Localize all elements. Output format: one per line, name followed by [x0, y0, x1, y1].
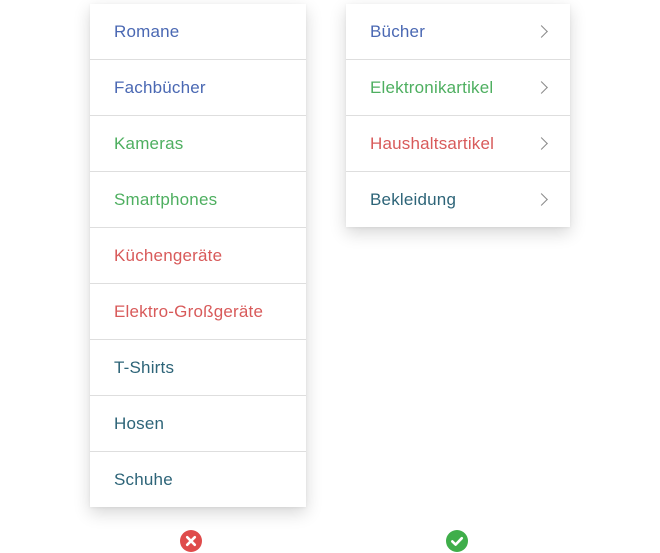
menu-item-schuhe[interactable]: Schuhe [90, 452, 306, 507]
menu-item-elektro-grossgeraete[interactable]: Elektro-Großgeräte [90, 284, 306, 340]
check-circle-icon [446, 530, 468, 552]
menu-item-kameras[interactable]: Kameras [90, 116, 306, 172]
menu-item-t-shirts[interactable]: T-Shirts [90, 340, 306, 396]
menu-item-kuechengeraete[interactable]: Küchengeräte [90, 228, 306, 284]
menu-item-label: Elektronikartikel [370, 77, 494, 97]
menu-item-label: Haushaltsartikel [370, 133, 495, 153]
chevron-right-icon [535, 136, 548, 150]
chevron-right-icon [535, 80, 548, 94]
menu-item-label: Bekleidung [370, 189, 457, 209]
grouped-category-menu: Bücher Elektronikartikel Haushaltsartike… [346, 4, 570, 227]
menu-item-fachbuecher[interactable]: Fachbücher [90, 60, 306, 116]
menu-item-romane[interactable]: Romane [90, 4, 306, 60]
menu-item-smartphones[interactable]: Smartphones [90, 172, 306, 228]
x-circle-icon [180, 530, 202, 552]
chevron-right-icon [535, 192, 548, 206]
flat-category-menu: Romane Fachbücher Kameras Smartphones Kü… [90, 4, 306, 507]
menu-item-haushaltsartikel[interactable]: Haushaltsartikel [346, 116, 570, 172]
menu-item-hosen[interactable]: Hosen [90, 396, 306, 452]
menu-item-bekleidung[interactable]: Bekleidung [346, 172, 570, 227]
chevron-right-icon [535, 24, 548, 38]
menu-item-elektronikartikel[interactable]: Elektronikartikel [346, 60, 570, 116]
menu-item-buecher[interactable]: Bücher [346, 4, 570, 60]
menu-item-label: Bücher [370, 21, 426, 41]
